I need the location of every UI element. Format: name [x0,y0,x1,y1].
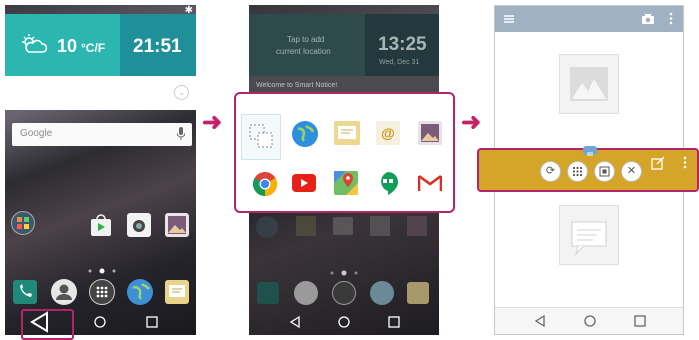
contacts-icon[interactable] [51,279,77,305]
gmail-icon[interactable] [417,174,443,192]
notice-line-2: current location [276,47,331,56]
apps-drawer-icon[interactable] [89,279,115,305]
grid-icon[interactable] [567,161,588,182]
folder-icon[interactable] [11,211,35,235]
gallery-header [495,6,683,32]
close-icon[interactable]: ✕ [621,161,642,182]
play-store-icon[interactable] [89,214,113,241]
weather-unit: °C/F [81,41,106,55]
home-button[interactable] [329,309,359,335]
smart-notice-widget[interactable]: Tap to add current location [249,14,365,76]
weather-temp: 10 [57,36,78,56]
google-search-bar[interactable]: Google [12,123,192,146]
home-button[interactable] [85,309,115,335]
navigation-bar [249,309,439,335]
recent-apps-button[interactable] [625,308,655,334]
email-icon[interactable]: @ [376,121,400,145]
calendar-icon[interactable] [296,216,316,236]
folder-icon[interactable] [256,216,278,238]
browser-icon[interactable] [292,121,318,147]
chrome-icon[interactable] [252,171,278,202]
youtube-icon[interactable] [292,174,316,192]
menu-icon[interactable] [503,12,515,30]
message-thumbnail[interactable] [559,205,619,265]
qslide-apps-popup: @ [234,92,455,213]
back-button[interactable] [525,308,555,334]
camera-icon[interactable] [127,213,151,237]
home-screen-phone: ✱ 10 °C/F 21:51 ⌄ Google [5,5,196,335]
gallery-icon[interactable] [418,121,442,145]
weather-cloud-sun-icon [21,33,48,60]
drag-handle-icon[interactable] [583,146,597,156]
edit-icon[interactable] [651,156,665,175]
home-button[interactable] [575,308,605,334]
photo-thumbnail[interactable] [559,54,619,114]
back-button[interactable] [280,309,310,335]
apps-drawer-icon[interactable] [332,281,356,305]
maps-icon[interactable] [334,171,358,195]
clock-time: 13:25 [378,34,427,55]
messaging-icon[interactable] [407,282,429,304]
fullscreen-icon[interactable] [594,161,615,182]
welcome-text: Welcome to Smart Notice! [256,82,338,89]
overflow-menu-icon[interactable] [683,156,687,174]
chevron-down-icon[interactable]: ⌄ [174,85,189,100]
recent-apps-button[interactable] [137,309,167,335]
weather-widget[interactable]: 10 °C/F [5,14,120,76]
camera-icon[interactable] [370,216,390,236]
rotate-icon[interactable]: ⟳ [540,161,561,182]
page-indicator [329,263,359,276]
hangouts-icon[interactable] [376,171,400,195]
browser-globe-icon[interactable] [127,279,153,305]
clock-date: Wed, Dec 31 [379,59,420,66]
camera-icon[interactable] [641,12,655,30]
memo-icon[interactable] [334,121,360,145]
notice-line-1: Tap to add [287,35,325,44]
phone-icon[interactable] [13,280,37,304]
play-store-icon[interactable] [333,217,353,235]
contacts-icon[interactable] [294,281,318,305]
browser-globe-icon[interactable] [370,281,394,305]
page-indicator [87,261,117,274]
gallery-icon[interactable] [407,216,427,236]
clock-time: 21:51 [133,36,182,57]
microphone-icon[interactable] [176,127,186,145]
qslide-control-bar[interactable]: ⟳ ✕ [477,146,699,192]
clock-widget[interactable]: 13:25 Wed, Dec 31 [365,14,439,76]
widget-expand-area[interactable]: ⌄ [5,76,196,110]
qslide-icon[interactable] [241,114,281,160]
overflow-menu-icon[interactable] [669,12,673,30]
clock-widget[interactable]: 21:51 [120,14,196,76]
recent-apps-button[interactable] [379,309,409,335]
navigation-bar [495,307,683,334]
step-arrow-1: ➜ [202,109,223,136]
back-button-highlight [21,309,74,340]
phone-icon[interactable] [257,282,279,304]
messaging-icon[interactable] [165,280,189,304]
gallery-icon[interactable] [165,213,189,237]
search-input-placeholder: Google [20,128,53,139]
step-arrow-2: ➜ [461,109,482,136]
